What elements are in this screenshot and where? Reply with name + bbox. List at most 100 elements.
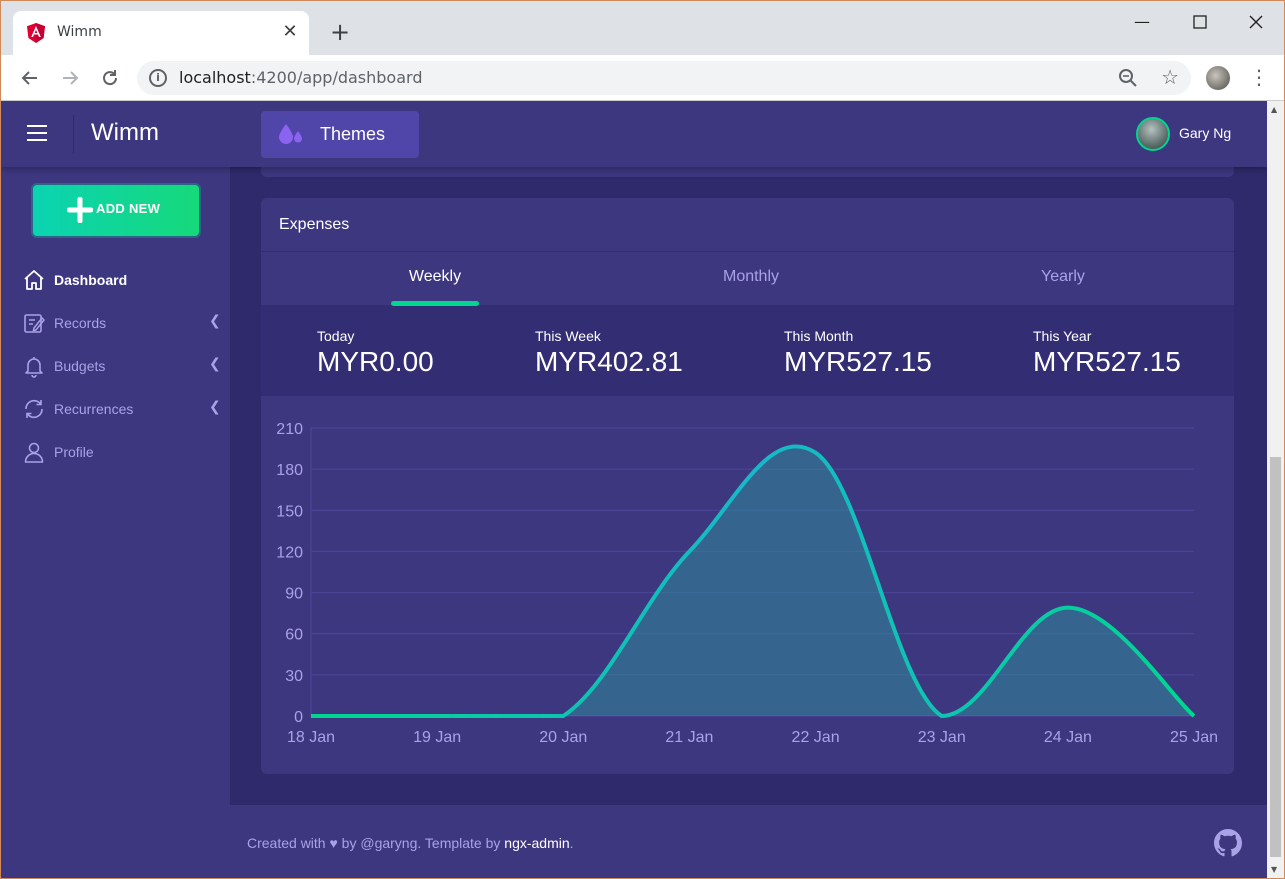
bookmark-star-icon[interactable]: ☆ [1161,65,1179,89]
browser-window: Wimm ✕ + — i localhost:4200/app/dashboar… [0,0,1285,879]
stat-this-week: This Week MYR402.81 [535,328,683,378]
url-host: localhost [179,68,251,87]
github-icon[interactable] [1214,829,1242,857]
x-tick-label: 23 Jan [918,729,966,746]
angular-icon [27,23,45,43]
y-tick-label: 0 [294,709,303,726]
minimize-icon[interactable]: — [1119,7,1165,37]
plus-icon [67,197,93,223]
card-header: Expenses [261,198,1234,252]
zoom-icon[interactable] [1117,67,1139,89]
x-tick-label: 21 Jan [665,729,713,746]
home-icon [24,270,44,290]
sidebar-item-label: Profile [54,444,94,460]
expenses-chart-svg: 0 30 60 90 120 150 180 210 18 Jan 19 Jan 20 Jan 21 … [276,421,1218,746]
sidebar-item-records[interactable]: Records ❮ [1,303,230,343]
sidebar-item-label: Recurrences [54,401,134,417]
y-tick-label: 120 [276,544,303,561]
url-path: :4200/app/dashboard [250,68,423,87]
stat-label: This Week [535,328,601,344]
chevron-left-icon: ❮ [209,313,221,329]
x-tick-label: 25 Jan [1170,729,1218,746]
app-root: Wimm Themes Gary Ng ADD NEW Dashboard Re… [1,101,1267,878]
stat-label: Today [317,328,355,344]
scroll-thumb[interactable] [1270,457,1281,857]
close-window-icon[interactable] [1233,7,1279,37]
x-tick-label: 20 Jan [539,729,587,746]
y-tick-label: 30 [285,668,303,685]
sidebar-item-recurrences[interactable]: Recurrences ❮ [1,389,230,429]
stat-this-year: This Year MYR527.15 [1033,328,1181,378]
user-avatar[interactable] [1136,117,1170,151]
sidebar-item-label: Records [54,315,107,331]
themes-button[interactable]: Themes [261,111,419,158]
period-tabs: Weekly Monthly Yearly [261,252,1234,306]
brand-title[interactable]: Wimm [91,119,159,147]
edit-icon [24,314,46,333]
browser-menu-icon[interactable]: ⋮ [1249,63,1269,91]
y-tick-label: 90 [285,586,303,603]
stat-label: This Month [784,328,854,344]
y-tick-label: 210 [276,421,303,438]
footer-prefix: Created with ♥ by @garyng. Template by [247,835,505,851]
back-icon[interactable] [17,65,43,91]
tab-weekly[interactable]: Weekly [355,252,515,306]
stat-value: MYR527.15 [784,346,932,377]
x-tick-label: 18 Jan [287,729,335,746]
area-fill [311,446,1194,716]
stat-this-month: This Month MYR527.15 [784,328,932,378]
info-icon[interactable]: i [149,69,167,87]
chevron-left-icon: ❮ [209,399,221,415]
x-tick-label: 24 Jan [1044,729,1092,746]
sidebar-item-profile[interactable]: Profile [1,432,230,472]
card-title: Expenses [279,216,350,233]
expenses-chart: 0 30 60 90 120 150 180 210 18 Jan 19 Jan 20 Jan 21 … [261,396,1234,774]
tab-monthly[interactable]: Monthly [671,252,831,306]
tab-yearly[interactable]: Yearly [983,252,1143,306]
chevron-left-icon: ❮ [209,356,221,372]
address-bar: i localhost:4200/app/dashboard ☆ ⋮ [1,55,1284,101]
footer-suffix: . [569,835,574,851]
scroll-up-arrow-icon[interactable]: ▲ [1271,105,1277,114]
footer-credits: Created with ♥ by @garyng. Template by n… [247,835,574,851]
scroll-down-arrow-icon[interactable]: ▼ [1271,865,1277,874]
stat-today: Today MYR0.00 [317,328,434,378]
browser-tab[interactable]: Wimm ✕ [13,11,309,55]
sidebar-item-budgets[interactable]: Budgets ❮ [1,346,230,386]
expense-summary: Today MYR0.00 This Week MYR402.81 This M… [261,306,1234,396]
sidebar-item-label: Budgets [54,358,106,374]
new-tab-button[interactable]: + [327,19,353,45]
forward-icon[interactable] [57,65,83,91]
stat-value: MYR0.00 [317,346,434,377]
hamburger-menu-icon[interactable] [27,125,47,141]
sidebar-item-label: Dashboard [54,272,128,288]
y-tick-label: 60 [285,627,303,644]
footer: Created with ♥ by @garyng. Template by n… [1,805,1267,878]
stat-value: MYR402.81 [535,346,683,377]
user-name[interactable]: Gary Ng [1179,125,1231,141]
y-tick-label: 150 [276,503,303,520]
add-new-button[interactable]: ADD NEW [33,185,199,236]
x-tick-label: 19 Jan [413,729,461,746]
tab-bar: Wimm ✕ + — [1,1,1284,55]
sidebar-item-dashboard[interactable]: Dashboard [1,260,230,300]
stat-value: MYR527.15 [1033,346,1181,377]
header-divider [73,115,74,153]
y-tick-label: 180 [276,462,303,479]
url-input[interactable]: i localhost:4200/app/dashboard ☆ [137,61,1191,95]
ngx-admin-link[interactable]: ngx-admin [504,835,569,851]
x-tick-label: 22 Jan [792,729,840,746]
maximize-icon[interactable] [1177,7,1223,37]
stat-label: This Year [1033,328,1092,344]
app-header: Wimm Themes Gary Ng [1,101,1267,167]
refresh-icon [25,399,43,419]
reload-icon[interactable] [97,65,123,91]
browser-profile-avatar[interactable] [1206,66,1230,90]
expenses-card: Expenses Weekly Monthly Yearly Today MYR… [261,198,1234,774]
droplet-icon [279,124,302,144]
person-icon [24,442,44,463]
add-new-label: ADD NEW [96,201,161,216]
page-scrollbar[interactable]: ▲ ▼ [1267,101,1284,878]
tab-title: Wimm [57,24,102,40]
close-tab-icon[interactable]: ✕ [279,21,301,43]
